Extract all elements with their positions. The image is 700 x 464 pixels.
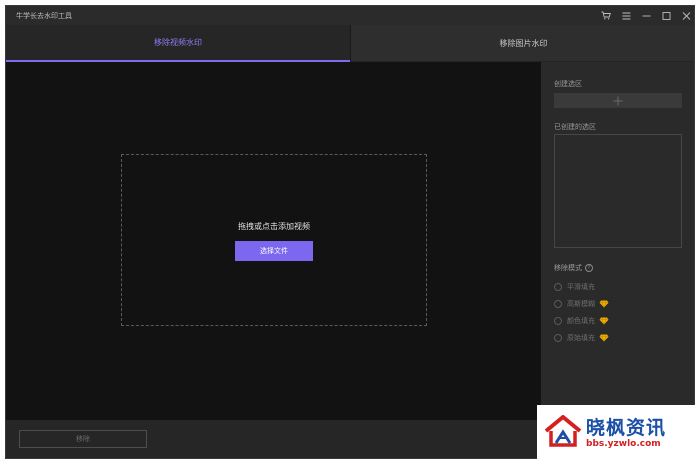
vip-diamond-icon — [599, 317, 609, 325]
video-drop-zone[interactable]: 拖拽或点击添加视频 选择文件 — [121, 154, 427, 326]
radio-button[interactable] — [554, 334, 562, 342]
mode-option-gaussian-blur[interactable]: 高斯模糊 — [554, 298, 609, 310]
mode-option-label: 原始填充 — [567, 334, 595, 342]
add-area-button[interactable] — [554, 93, 682, 108]
vip-diamond-icon — [599, 300, 609, 308]
remove-button[interactable]: 移除 — [19, 430, 147, 448]
tab-remove-image-watermark[interactable]: 移除图片水印 — [350, 25, 694, 62]
watermark-text: 晓枫资讯 bbs.yzwlo.com — [586, 417, 666, 450]
radio-button[interactable] — [554, 300, 562, 308]
site-watermark: 晓枫资讯 bbs.yzwlo.com — [537, 405, 697, 461]
create-area-label: 创建选区 — [554, 80, 582, 88]
drop-zone-text: 拖拽或点击添加视频 — [238, 222, 310, 231]
tab-bar: 移除视频水印 移除图片水印 — [6, 25, 694, 62]
vip-diamond-icon — [599, 334, 609, 342]
menu-icon[interactable] — [616, 6, 636, 25]
radio-button[interactable] — [554, 283, 562, 291]
mode-option-original-fill[interactable]: 原始填充 — [554, 332, 609, 344]
video-preview-area: 拖拽或点击添加视频 选择文件 — [6, 62, 541, 420]
maximize-icon[interactable] — [656, 6, 676, 25]
minimize-icon[interactable] — [636, 6, 656, 25]
plus-icon — [613, 96, 623, 105]
remove-mode-text: 移除模式 — [554, 264, 582, 272]
watermark-logo-icon — [544, 414, 582, 452]
watermark-title: 晓枫资讯 — [586, 416, 667, 439]
mode-option-color-fill[interactable]: 颜色填充 — [554, 315, 609, 327]
title-bar: 牛学长去水印工具 — [6, 6, 694, 25]
remove-mode-label: 移除模式? — [554, 263, 593, 273]
mode-option-label: 颜色填充 — [567, 317, 595, 325]
cart-icon[interactable] — [596, 6, 616, 25]
close-icon[interactable] — [676, 6, 694, 25]
settings-panel: 创建选区 已创建的选区 移除模式? 平滑填充 高斯模糊 颜色填充 原始填充 — [541, 62, 694, 458]
window-controls — [596, 6, 694, 25]
mode-option-label: 平滑填充 — [567, 283, 595, 291]
app-window: 牛学长去水印工具 移除视频水印 移除图片水印 拖拽或点击添加视频 选择文件 创建… — [5, 5, 695, 459]
tab-remove-video-watermark[interactable]: 移除视频水印 — [6, 25, 350, 62]
app-title: 牛学长去水印工具 — [16, 11, 72, 20]
created-areas-list — [554, 134, 682, 248]
watermark-url: bbs.yzwlo.com — [586, 438, 661, 449]
mode-option-label: 高斯模糊 — [567, 300, 595, 308]
radio-button[interactable] — [554, 317, 562, 325]
created-areas-label: 已创建的选区 — [554, 123, 596, 131]
help-icon[interactable]: ? — [585, 264, 593, 272]
bottom-bar: 移除 — [6, 420, 541, 458]
select-file-button[interactable]: 选择文件 — [235, 241, 313, 261]
mode-option-smooth-fill[interactable]: 平滑填充 — [554, 281, 595, 293]
